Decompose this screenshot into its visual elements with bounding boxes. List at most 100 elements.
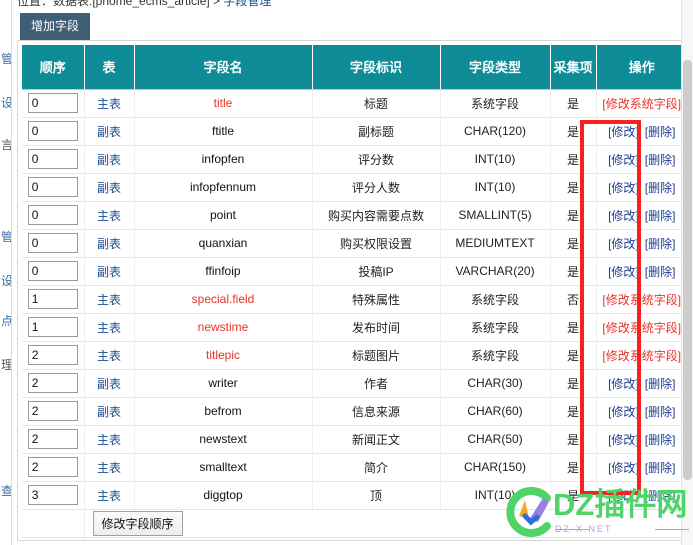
cell-collect: 是: [550, 481, 597, 510]
cell-collect: 是: [550, 229, 597, 258]
breadcrumb-current[interactable]: 字段管理: [223, 0, 271, 8]
cell-operations: [修改系统字段]: [596, 89, 687, 118]
cell-order: [22, 481, 85, 510]
table-header-row: 顺序 表 字段名 字段标识 字段类型 采集项 操作: [22, 45, 687, 90]
table-name-label: 副表: [96, 404, 121, 419]
cell-collect: 是: [550, 89, 597, 118]
table-row: 副表 infopfennum 评分人数INT(10)是 [修改] [删除]: [22, 173, 687, 202]
operations-group: [修改系统字段]: [597, 319, 688, 336]
tab-add-field[interactable]: 增加字段: [20, 13, 91, 40]
reorder-fields-button[interactable]: 修改字段顺序: [92, 510, 183, 536]
cell-table: 主表: [84, 481, 135, 510]
edit-field-link[interactable]: [修改]: [608, 207, 639, 224]
edit-field-link[interactable]: [修改]: [608, 263, 639, 280]
cell-field-type: CHAR(50): [440, 425, 551, 454]
delete-field-link[interactable]: [删除]: [645, 235, 676, 252]
order-input[interactable]: [27, 317, 78, 337]
delete-field-link[interactable]: [删除]: [645, 179, 676, 196]
cell-field-label: 作者: [312, 369, 441, 398]
table-name-label: 主表: [96, 320, 121, 335]
order-input[interactable]: [27, 345, 78, 365]
cell-field-label: 购买权限设置: [312, 229, 441, 258]
delete-field-link[interactable]: [删除]: [645, 151, 676, 168]
operations-group: [修改] [删除]: [597, 459, 688, 476]
edit-system-field-link[interactable]: [修改系统字段]: [602, 95, 681, 112]
cell-field-type: CHAR(30): [440, 369, 551, 398]
sidebar-sliver-item[interactable]: 点: [0, 314, 11, 328]
edit-system-field-link[interactable]: [修改系统字段]: [602, 291, 681, 308]
delete-field-link[interactable]: [删除]: [645, 375, 676, 392]
sidebar-sliver-item[interactable]: 查: [0, 484, 11, 498]
delete-field-link[interactable]: [删除]: [645, 431, 676, 448]
edit-field-link[interactable]: [修改]: [608, 431, 639, 448]
order-input[interactable]: [27, 289, 78, 309]
field-name-label: titlepic: [205, 348, 240, 362]
sidebar-sliver-item[interactable]: 言: [0, 138, 11, 152]
cell-order: [22, 397, 85, 426]
delete-field-link[interactable]: [删除]: [645, 403, 676, 420]
cell-table: 副表: [84, 397, 135, 426]
cell-operations: [修改系统字段]: [596, 285, 688, 314]
page-scrollbar[interactable]: [681, 0, 693, 545]
order-input[interactable]: [27, 485, 78, 505]
sidebar-sliver-item[interactable]: 理: [0, 358, 11, 372]
table-row: 主表 titlepic 标题图片系统字段是 [修改系统字段]: [22, 341, 687, 370]
order-input[interactable]: [27, 93, 78, 113]
col-header-collect: 采集项: [550, 45, 597, 90]
edit-system-field-link[interactable]: [修改系统字段]: [602, 319, 681, 336]
order-input[interactable]: [27, 401, 78, 421]
table-name-label: 主表: [96, 460, 121, 475]
col-header-table: 表: [84, 45, 135, 90]
cell-operations: [修改] [删除]: [596, 257, 687, 286]
order-input[interactable]: [27, 429, 78, 449]
sidebar-sliver-item[interactable]: 管: [0, 52, 11, 66]
sidebar-sliver-item[interactable]: 设: [0, 96, 11, 110]
cell-field-label: 评分数: [312, 145, 441, 174]
order-input[interactable]: [27, 457, 78, 477]
operations-group: [修改] [删除]: [597, 375, 688, 392]
edit-field-link[interactable]: [修改]: [608, 151, 639, 168]
edit-field-link[interactable]: [修改]: [608, 459, 639, 476]
sidebar-sliver-item[interactable]: 管: [0, 230, 11, 244]
delete-field-link[interactable]: [删除]: [645, 459, 676, 476]
sidebar-sliver-item[interactable]: 设: [0, 274, 11, 288]
scrollbar-thumb[interactable]: [683, 60, 692, 480]
order-input[interactable]: [27, 177, 78, 197]
cell-table: 副表: [84, 257, 135, 286]
delete-field-link[interactable]: [删除]: [645, 487, 676, 504]
delete-field-link[interactable]: [删除]: [645, 263, 676, 280]
cell-field-name: smalltext: [134, 453, 313, 482]
edit-system-field-link[interactable]: [修改系统字段]: [602, 347, 681, 364]
order-input[interactable]: [27, 121, 78, 141]
cell-field-name: infopfennum: [134, 173, 313, 202]
delete-field-link[interactable]: [删除]: [645, 123, 676, 140]
order-input[interactable]: [27, 373, 78, 393]
edit-field-link[interactable]: [修改]: [608, 123, 639, 140]
cell-field-type: 系统字段: [440, 89, 551, 118]
field-name-label: infopfen: [201, 152, 245, 166]
cell-table: 主表: [84, 313, 135, 342]
cell-table: 主表: [84, 89, 135, 118]
order-input[interactable]: [27, 205, 78, 225]
order-input[interactable]: [27, 233, 78, 253]
cell-field-type: CHAR(60): [440, 397, 551, 426]
delete-field-link[interactable]: [删除]: [645, 207, 676, 224]
edit-field-link[interactable]: [修改]: [608, 403, 639, 420]
edit-field-link[interactable]: [修改]: [608, 375, 639, 392]
cell-order: [22, 229, 85, 258]
col-header-field: 字段名: [134, 45, 313, 90]
edit-field-link[interactable]: [修改]: [608, 179, 639, 196]
footer-note: 说明：顺序值越小越显示于前，相同顺序则按添加先后排序。: [84, 537, 687, 540]
edit-field-link[interactable]: [修改]: [608, 487, 639, 504]
cell-operations: [修改] [删除]: [596, 481, 687, 510]
edit-field-link[interactable]: [修改]: [608, 235, 639, 252]
cell-field-label: 顶: [312, 481, 441, 510]
cell-field-name: diggtop: [134, 481, 313, 510]
table-name-label: 副表: [96, 152, 121, 167]
order-input[interactable]: [27, 149, 78, 169]
note-spacer: [22, 537, 85, 540]
main-content: 位置：数据表:[phome_ecms_article] > 字段管理 增加字段 …: [12, 0, 693, 545]
cell-order: [22, 145, 85, 174]
order-input[interactable]: [27, 261, 78, 281]
operations-group: [修改系统字段]: [597, 291, 688, 308]
